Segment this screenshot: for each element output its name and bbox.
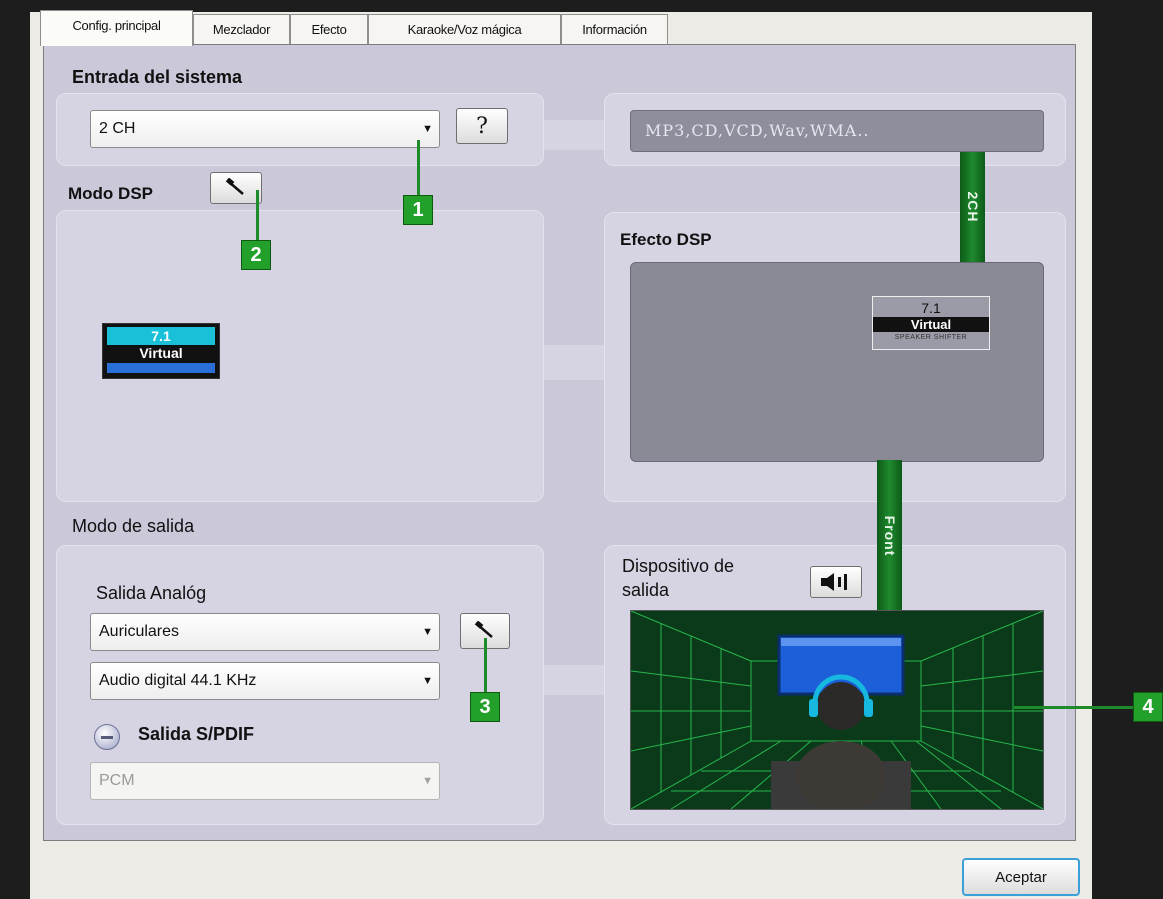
spdif-output-label: Salida S/PDIF: [138, 724, 255, 744]
chevron-down-icon: ▼: [422, 123, 433, 135]
virtual-logo-mid: Virtual: [139, 345, 183, 361]
help-button[interactable]: ?: [456, 108, 508, 144]
speaker-icon: [821, 573, 847, 591]
system-input-value: 2 CH: [99, 120, 136, 137]
marker-3: 3: [470, 692, 500, 722]
spdif-format-select[interactable]: PCM ▼: [90, 762, 440, 800]
tab-efecto[interactable]: Efecto: [290, 14, 368, 44]
minus-icon: [101, 736, 113, 739]
effect-virtual-logo: 7.1 Virtual SPEAKER SHIFTER: [872, 296, 990, 350]
output-device-heading-line1: Dispositivo de: [622, 556, 735, 576]
analog-output-value: Auriculares: [99, 623, 180, 640]
input-sources-display: MP3,CD,VCD,Wav,WMA..: [630, 110, 1044, 152]
tab-config-principal[interactable]: Config. principal: [40, 10, 193, 46]
marker-4: 4: [1133, 692, 1163, 722]
tab-mezclador[interactable]: Mezclador: [193, 14, 290, 44]
hammer-icon: [225, 178, 244, 195]
channel-label-front: Front: [881, 515, 898, 557]
dsp-settings-button[interactable]: [210, 172, 262, 204]
digital-audio-value: Audio digital 44.1 KHz: [99, 672, 257, 689]
spdif-format-value: PCM: [99, 772, 135, 789]
marker-2: 2: [241, 240, 271, 270]
tab-karaoke[interactable]: Karaoke/Voz mágica: [368, 14, 561, 44]
tab-informacion[interactable]: Información: [561, 14, 668, 44]
input-connector: [540, 120, 610, 150]
output-mode-heading: Modo de salida: [72, 516, 195, 536]
channel-label-2ch: 2CH: [964, 191, 981, 223]
accept-button[interactable]: Aceptar: [962, 858, 1080, 896]
virtual-71-logo: 7.1 Virtual: [102, 323, 220, 379]
system-input-heading: Entrada del sistema: [72, 67, 243, 87]
speaker-test-button[interactable]: [810, 566, 862, 598]
analog-output-label: Salida Analóg: [96, 583, 207, 603]
dsp-mode-heading: Modo DSP: [68, 184, 153, 203]
channel-bar-front: Front: [877, 460, 902, 612]
effect-logo-top: 7.1: [921, 300, 941, 316]
callout-line-2: [256, 190, 259, 240]
analog-output-select[interactable]: Auriculares ▼: [90, 613, 440, 651]
marker-1: 1: [403, 195, 433, 225]
chevron-down-icon: ▼: [422, 775, 433, 787]
chevron-down-icon: ▼: [422, 675, 433, 687]
output-device-image: [630, 610, 1044, 810]
dsp-connector: [540, 345, 610, 380]
virtual-logo-top: 7.1: [107, 327, 215, 345]
system-input-select[interactable]: 2 CH ▼: [90, 110, 440, 148]
callout-line-1: [417, 140, 420, 195]
dsp-effect-screen: [630, 262, 1044, 462]
effect-logo-mid: Virtual: [873, 317, 989, 332]
room-illustration: [631, 611, 1043, 809]
output-device-heading: Dispositivo de salida: [622, 554, 734, 602]
chevron-down-icon: ▼: [422, 626, 433, 638]
dsp-effect-heading: Efecto DSP: [620, 230, 712, 249]
virtual-logo-band: [107, 363, 215, 373]
callout-line-4: [1014, 706, 1133, 709]
spdif-toggle[interactable]: [94, 724, 120, 750]
channel-bar-2ch: 2CH: [960, 152, 985, 262]
digital-audio-select[interactable]: Audio digital 44.1 KHz ▼: [90, 662, 440, 700]
callout-line-3: [484, 638, 487, 693]
effect-logo-bottom: SPEAKER SHIFTER: [894, 334, 968, 341]
output-device-heading-line2: salida: [622, 580, 670, 600]
output-connector: [540, 665, 610, 695]
